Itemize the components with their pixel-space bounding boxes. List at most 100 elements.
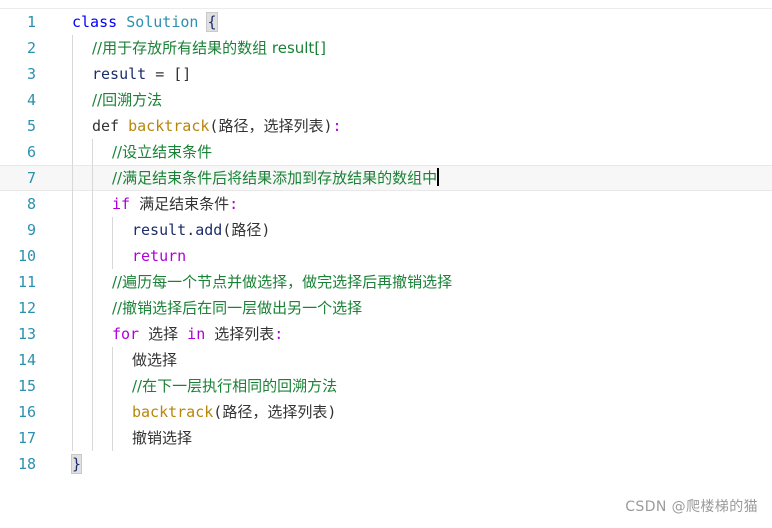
- code-editor[interactable]: 1 class Solution { 2 //用于存放所有结果的数组 result[]…: [0, 0, 772, 528]
- code-line[interactable]: 7 //满足结束条件后将结果添加到存放结果的数组中: [0, 165, 772, 191]
- code-token: ): [327, 403, 337, 421]
- code-text: //遍历每一个节点并做选择，做完选择后再撤销选择: [112, 273, 452, 291]
- code-line[interactable]: 14 做选择: [0, 347, 772, 373]
- line-number: 2: [26, 39, 36, 57]
- code-text: 做选择: [132, 351, 177, 369]
- indent-guide: [112, 243, 113, 269]
- code-line[interactable]: 9 result.add(路径): [0, 217, 772, 243]
- code-line[interactable]: 6 //设立结束条件: [0, 139, 772, 165]
- code-line[interactable]: 15 //在下一层执行相同的回溯方法: [0, 373, 772, 399]
- code-token: 选择列表: [214, 325, 275, 343]
- indent-guide: [112, 347, 113, 373]
- indent-guide: [92, 399, 93, 425]
- code-token: {: [206, 12, 218, 32]
- code-token: =: [146, 65, 174, 83]
- code-line[interactable]: 5 def backtrack(路径，选择列表):: [0, 113, 772, 139]
- code-line-content[interactable]: //回溯方法: [46, 87, 772, 113]
- code-lines-container[interactable]: 1 class Solution { 2 //用于存放所有结果的数组 result[]…: [0, 9, 772, 477]
- code-text: if 满足结束条件:: [112, 195, 238, 213]
- code-text: 撤销选择: [132, 429, 192, 447]
- code-token: if: [112, 195, 131, 213]
- line-number: 4: [26, 91, 36, 109]
- indent-guide: [72, 139, 73, 165]
- watermark-label: CSDN @爬楼梯的猫: [625, 499, 758, 515]
- code-line-content[interactable]: result = []: [46, 61, 772, 87]
- line-number: 17: [17, 429, 36, 447]
- code-line[interactable]: 8 if 满足结束条件:: [0, 191, 772, 217]
- code-line-content[interactable]: backtrack(路径，选择列表): [46, 399, 772, 425]
- code-line-content[interactable]: //满足结束条件后将结果添加到存放结果的数组中: [46, 165, 772, 191]
- code-text: //用于存放所有结果的数组 result[]: [92, 39, 326, 57]
- code-line[interactable]: 12 //撤销选择后在同一层做出另一个选择: [0, 295, 772, 321]
- code-line-content[interactable]: 撤销选择: [46, 425, 772, 451]
- code-text: //设立结束条件: [112, 143, 212, 161]
- line-number: 10: [17, 247, 36, 265]
- code-token: .: [186, 221, 196, 239]
- code-token: return: [132, 247, 187, 265]
- code-token: //在下一层执行相同的回溯方法: [132, 377, 338, 395]
- code-token: 满足结束条件: [139, 195, 230, 213]
- code-token: backtrack: [132, 403, 214, 421]
- indent-guide: [72, 87, 73, 113]
- indent-guide: [72, 35, 73, 61]
- code-line-content[interactable]: //撤销选择后在同一层做出另一个选择: [46, 295, 772, 321]
- code-text: return: [132, 247, 186, 265]
- code-line[interactable]: 3 result = []: [0, 61, 772, 87]
- line-number: 9: [26, 221, 36, 239]
- code-line-content[interactable]: }: [46, 451, 772, 477]
- code-token: 撤销选择: [132, 429, 193, 447]
- indent-guide: [112, 399, 113, 425]
- code-line-content[interactable]: for 选择 in 选择列表:: [46, 321, 772, 347]
- code-line[interactable]: 18}: [0, 451, 772, 477]
- indent-guide: [72, 217, 73, 243]
- code-text: result = []: [92, 65, 191, 83]
- code-line-content[interactable]: //用于存放所有结果的数组 result[]: [46, 35, 772, 61]
- code-line[interactable]: 17 撤销选择: [0, 425, 772, 451]
- code-line-content[interactable]: //遍历每一个节点并做选择，做完选择后再撤销选择: [46, 269, 772, 295]
- line-number: 12: [17, 299, 36, 317]
- indent-guide: [72, 269, 73, 295]
- code-line-content[interactable]: return: [46, 243, 772, 269]
- code-token: //回溯方法: [92, 91, 163, 109]
- indent-guide: [72, 399, 73, 425]
- code-token: 路径，选择列表: [218, 117, 324, 135]
- code-line[interactable]: 2 //用于存放所有结果的数组 result[]: [0, 35, 772, 61]
- code-line-content[interactable]: //设立结束条件: [46, 139, 772, 165]
- code-text: }: [70, 454, 83, 474]
- code-token: :: [229, 195, 239, 213]
- indent-guide: [92, 243, 93, 269]
- code-token: add: [195, 221, 223, 239]
- code-token: ): [261, 221, 271, 239]
- code-token: result: [132, 221, 187, 239]
- code-line-content[interactable]: 做选择: [46, 347, 772, 373]
- code-line-content[interactable]: //在下一层执行相同的回溯方法: [46, 373, 772, 399]
- code-line[interactable]: 16 backtrack(路径，选择列表): [0, 399, 772, 425]
- indent-guide: [92, 373, 93, 399]
- line-number: 18: [17, 455, 36, 473]
- code-line[interactable]: 10 return: [0, 243, 772, 269]
- line-number: 5: [26, 117, 36, 135]
- code-line[interactable]: 1 class Solution {: [0, 9, 772, 35]
- code-text: for 选择 in 选择列表:: [112, 325, 283, 343]
- code-token: :: [274, 325, 284, 343]
- code-line[interactable]: 11 //遍历每一个节点并做选择，做完选择后再撤销选择: [0, 269, 772, 295]
- code-line[interactable]: 4 //回溯方法: [0, 87, 772, 113]
- line-number: 16: [17, 403, 36, 421]
- code-line-content[interactable]: class Solution {: [46, 9, 772, 35]
- code-text: //回溯方法: [92, 91, 162, 109]
- code-token: backtrack: [128, 117, 210, 135]
- indent-guide: [112, 425, 113, 451]
- code-line-content[interactable]: if 满足结束条件:: [46, 191, 772, 217]
- line-number: 7: [26, 169, 36, 187]
- line-number: 11: [17, 273, 36, 291]
- indent-guide: [92, 347, 93, 373]
- code-line-content[interactable]: def backtrack(路径，选择列表):: [46, 113, 772, 139]
- code-line-content[interactable]: result.add(路径): [46, 217, 772, 243]
- indent-guide: [72, 165, 73, 191]
- code-line[interactable]: 13 for 选择 in 选择列表:: [0, 321, 772, 347]
- indent-guide: [72, 321, 73, 347]
- indent-guide: [92, 425, 93, 451]
- code-token: in: [187, 325, 206, 343]
